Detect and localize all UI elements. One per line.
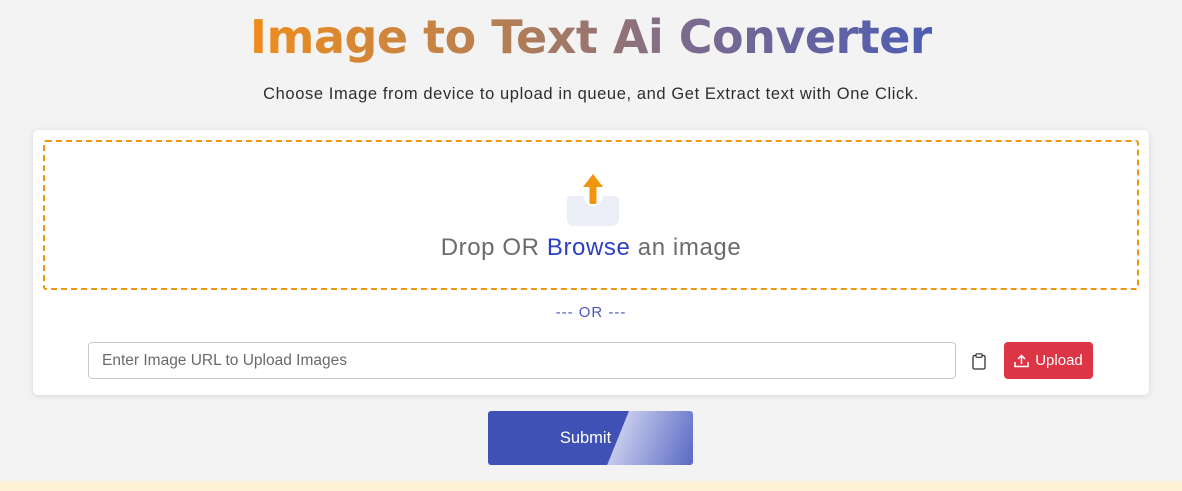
page-subtitle: Choose Image from device to upload in qu… <box>263 85 919 103</box>
dropzone-text: Drop OR Browse an image <box>45 234 1137 262</box>
dropzone-text-before: Drop OR <box>440 234 547 261</box>
upload-card: Drop OR Browse an image --- OR --- Uploa… <box>33 130 1149 395</box>
clipboard-icon[interactable] <box>969 350 989 372</box>
submit-button-label: Submit <box>559 428 612 447</box>
upload-button[interactable]: Upload <box>1004 342 1093 379</box>
or-separator: --- OR --- <box>555 304 627 321</box>
browse-link[interactable]: Browse <box>547 234 631 261</box>
submit-button[interactable]: Submit <box>488 411 693 465</box>
image-url-input[interactable] <box>88 342 956 379</box>
page-title: Image to Text Ai Converter <box>249 10 933 64</box>
bottom-banner-strip <box>0 481 1182 491</box>
image-dropzone[interactable]: Drop OR Browse an image <box>43 140 1139 290</box>
upload-button-label: Upload <box>1035 352 1083 369</box>
dropzone-text-after: an image <box>630 234 742 261</box>
upload-tray-icon <box>561 170 625 228</box>
upload-icon <box>1014 353 1029 367</box>
